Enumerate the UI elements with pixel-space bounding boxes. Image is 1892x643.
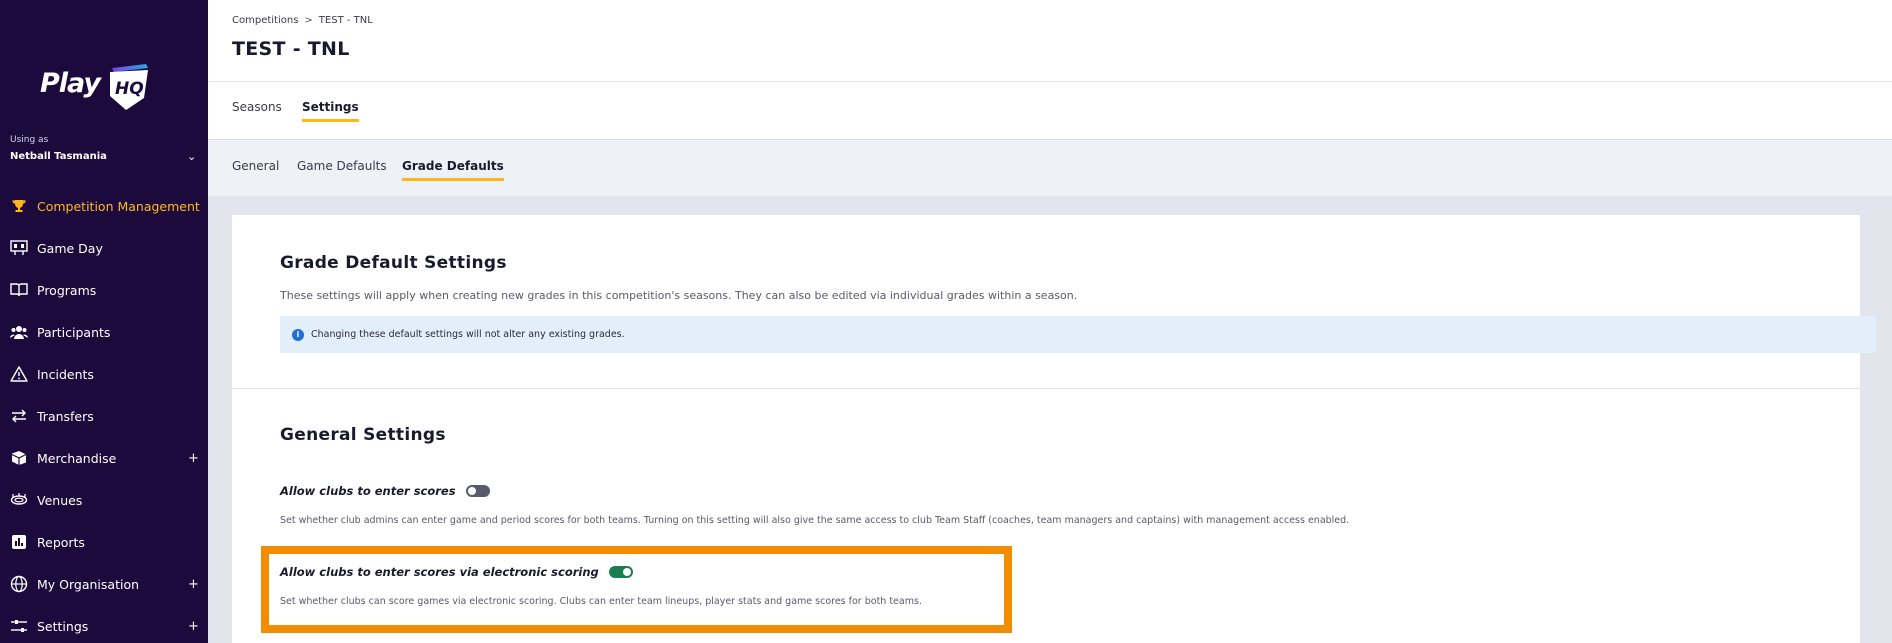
warning-icon	[10, 365, 28, 383]
sidebar-item-label: Programs	[37, 282, 97, 298]
sidebar-item-venues[interactable]: Venues	[0, 479, 208, 521]
globe-icon	[10, 575, 28, 593]
page-title: TEST - TNL	[232, 38, 350, 60]
sidebar-item-participants[interactable]: Participants	[0, 311, 208, 353]
setting-allow-clubs-scores: Allow clubs to enter scores	[280, 484, 490, 498]
section-title: Grade Default Settings	[280, 253, 507, 273]
section-description: These settings will apply when creating …	[280, 289, 1078, 302]
sidebar-item-label: My Organisation	[37, 576, 140, 592]
transfer-arrows-icon	[10, 407, 28, 425]
tab-seasons[interactable]: Seasons	[232, 100, 282, 119]
sidebar-item-reports[interactable]: Reports	[0, 521, 208, 563]
report-icon	[10, 533, 28, 551]
subtab-game-defaults[interactable]: Game Defaults	[297, 159, 387, 178]
allow-clubs-scores-toggle[interactable]	[465, 485, 490, 497]
svg-text:HQ: HQ	[115, 79, 144, 99]
sidebar-item-settings[interactable]: Settings +	[0, 605, 208, 643]
tab-bar: Seasons Settings	[208, 82, 1892, 140]
expand-icon[interactable]: +	[188, 577, 199, 592]
subtab-bar: General Game Defaults Grade Defaults	[208, 140, 1892, 196]
sidebar-item-incidents[interactable]: Incidents	[0, 353, 208, 395]
expand-icon[interactable]: +	[188, 619, 199, 634]
page-header: Competitions > TEST - TNL TEST - TNL	[208, 0, 1892, 82]
setting-description: Set whether club admins can enter game a…	[280, 515, 1350, 526]
sidebar-item-game-day[interactable]: Game Day	[0, 227, 208, 269]
box-icon	[10, 449, 28, 467]
scoreboard-icon	[10, 239, 28, 257]
sidebar-item-label: Transfers	[37, 408, 94, 424]
breadcrumb-separator: >	[304, 15, 313, 26]
sidebar-nav: Competition Management Game Day Programs…	[0, 185, 208, 643]
subtab-grade-defaults[interactable]: Grade Defaults	[402, 159, 504, 181]
sidebar: Play HQ Using as Netball Tasmania ⌄ Comp…	[0, 0, 208, 643]
sidebar-item-transfers[interactable]: Transfers	[0, 395, 208, 437]
grade-default-settings-section: Grade Default Settings These settings wi…	[232, 215, 1876, 389]
breadcrumb-competitions[interactable]: Competitions	[232, 15, 298, 26]
sidebar-item-label: Participants	[37, 324, 111, 340]
sidebar-item-label: Incidents	[37, 366, 94, 382]
tab-settings[interactable]: Settings	[302, 100, 359, 122]
stadium-icon	[10, 491, 28, 509]
info-banner: i Changing these default settings will n…	[280, 316, 1876, 353]
people-icon	[10, 323, 28, 341]
playhq-logo[interactable]: Play HQ	[38, 60, 158, 112]
breadcrumb-current: TEST - TNL	[318, 15, 373, 26]
chevron-down-icon[interactable]: ⌄	[187, 150, 196, 163]
setting-label: Allow clubs to enter scores	[280, 484, 456, 498]
sidebar-item-programs[interactable]: Programs	[0, 269, 208, 311]
sidebar-item-my-organisation[interactable]: My Organisation +	[0, 563, 208, 605]
highlight-box	[261, 546, 1012, 633]
sidebar-item-competition-management[interactable]: Competition Management	[0, 185, 208, 227]
sidebar-item-label: Competition Management	[37, 198, 200, 214]
sidebar-item-label: Venues	[37, 492, 83, 508]
sliders-icon	[10, 617, 28, 635]
sidebar-item-merchandise[interactable]: Merchandise +	[0, 437, 208, 479]
sidebar-item-label: Settings	[37, 618, 89, 634]
organisation-name[interactable]: Netball Tasmania	[10, 151, 107, 162]
book-icon	[10, 281, 28, 299]
sidebar-item-label: Merchandise	[37, 450, 117, 466]
sidebar-item-label: Reports	[37, 534, 85, 550]
info-icon: i	[292, 328, 304, 341]
using-as-label: Using as	[10, 135, 49, 145]
info-text: Changing these default settings will not…	[311, 329, 625, 340]
subtab-general[interactable]: General	[232, 159, 279, 178]
trophy-icon	[10, 197, 28, 215]
hq-shield-icon: HQ	[110, 64, 148, 110]
general-settings-title: General Settings	[280, 425, 446, 445]
toggle-knob	[467, 487, 476, 495]
expand-icon[interactable]: +	[188, 451, 199, 466]
sidebar-item-label: Game Day	[37, 240, 103, 256]
logo-text: Play	[40, 68, 101, 99]
breadcrumb: Competitions > TEST - TNL	[232, 15, 373, 26]
